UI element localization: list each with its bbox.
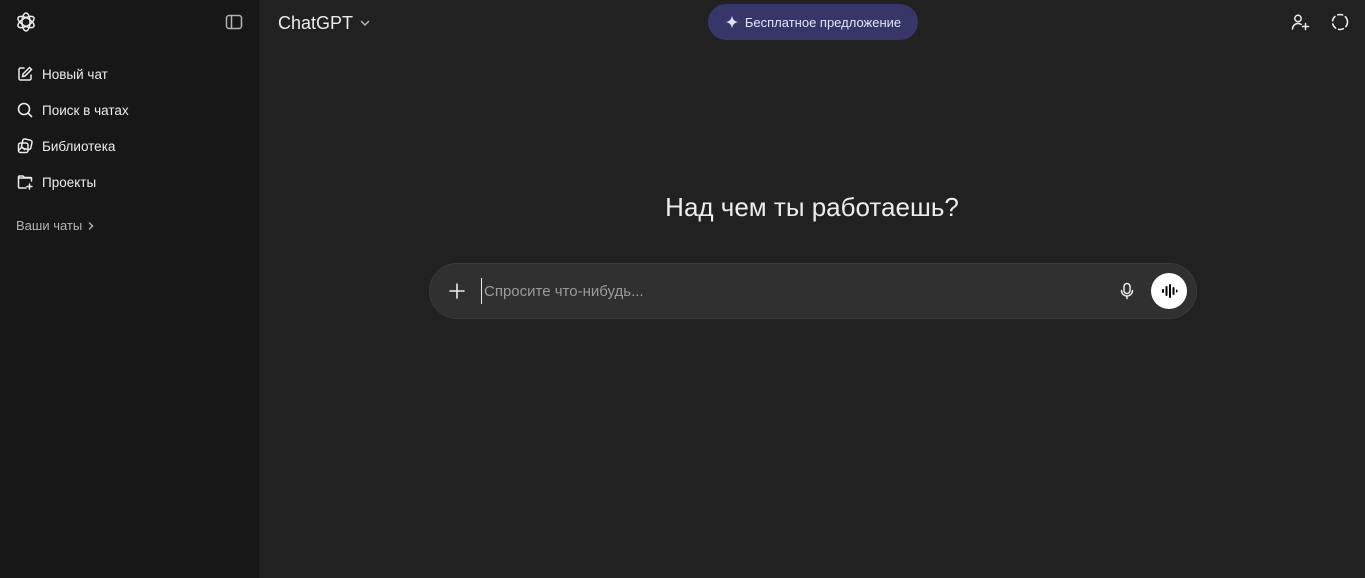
library-icon: [16, 137, 34, 155]
sidebar-item-new-chat[interactable]: Новый чат: [8, 56, 251, 92]
sidebar-header: [0, 0, 259, 44]
sidebar-item-search[interactable]: Поиск в чатах: [8, 92, 251, 128]
page-headline: Над чем ты работаешь?: [665, 192, 959, 222]
sidebar-item-label: Поиск в чатах: [42, 102, 129, 118]
voice-mode-button[interactable]: [1151, 273, 1187, 309]
your-chats-header[interactable]: Ваши чаты: [16, 218, 96, 233]
sidebar-item-label: Новый чат: [42, 66, 108, 82]
sidebar-item-library[interactable]: Библиотека: [8, 128, 251, 164]
plus-icon[interactable]: [446, 280, 468, 302]
folder-plus-icon: [16, 173, 34, 191]
search-icon: [16, 101, 34, 119]
promo-label: Бесплатное предложение: [744, 14, 902, 30]
waveform-icon: [1160, 282, 1178, 300]
sidebar-item-label: Проекты: [42, 174, 97, 190]
model-name: ChatGPT: [278, 12, 354, 33]
prompt-input[interactable]: [481, 278, 1101, 304]
temporary-chat-icon[interactable]: [1330, 12, 1350, 32]
your-chats-label: Ваши чаты: [16, 218, 83, 233]
app-window: Новый чат Поиск в чатах Библиотека Проек…: [0, 0, 1365, 578]
edit-icon: [16, 65, 34, 83]
sparkle-icon: [725, 15, 739, 29]
chevron-right-icon: [86, 221, 96, 231]
openai-logo-icon[interactable]: [14, 10, 38, 34]
add-user-icon[interactable]: [1290, 12, 1310, 32]
composer: [429, 263, 1197, 319]
sidebar-nav: Новый чат Поиск в чатах Библиотека Проек…: [8, 56, 251, 200]
model-picker-button[interactable]: ChatGPT: [278, 11, 371, 35]
free-offer-button[interactable]: Бесплатное предложение: [708, 4, 918, 40]
main-area: ChatGPT Бесплатное предложение Над чем т…: [259, 0, 1365, 578]
sidebar-item-label: Библиотека: [42, 138, 116, 154]
sidebar-item-projects[interactable]: Проекты: [8, 164, 251, 200]
chevron-down-icon: [359, 17, 371, 29]
sidebar: Новый чат Поиск в чатах Библиотека Проек…: [0, 0, 259, 578]
sidebar-toggle-icon[interactable]: [224, 12, 244, 32]
microphone-icon[interactable]: [1117, 281, 1137, 301]
